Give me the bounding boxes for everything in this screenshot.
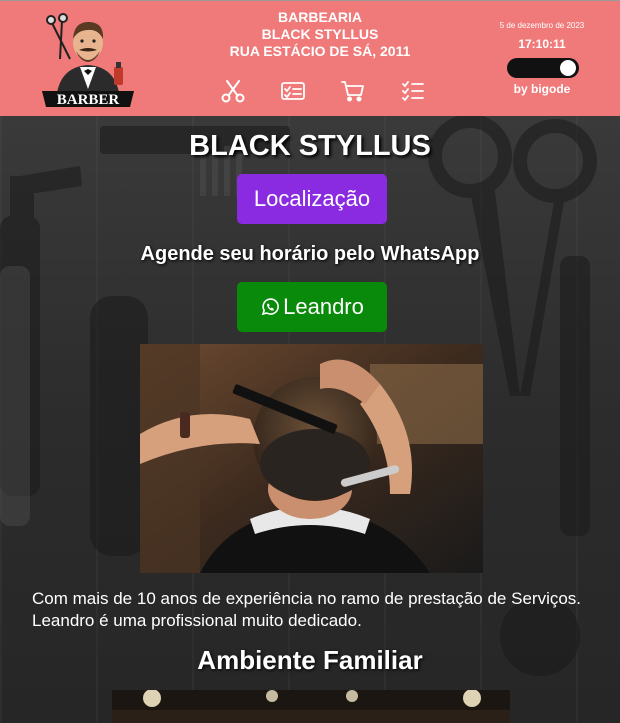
theme-toggle[interactable] bbox=[507, 58, 579, 78]
ambiente-photo bbox=[112, 690, 510, 723]
whatsapp-button-label: Leandro bbox=[283, 294, 364, 319]
barber-logo[interactable]: BARBER bbox=[38, 9, 138, 109]
about-description: Com mais de 10 anos de experiência no ra… bbox=[32, 589, 582, 630]
header-nav bbox=[218, 77, 428, 105]
id-card-icon bbox=[281, 82, 305, 100]
current-time: 17:10:11 bbox=[518, 37, 566, 51]
scissors-icon bbox=[221, 80, 245, 103]
toggle-knob bbox=[560, 60, 576, 76]
nav-scissors-button[interactable] bbox=[218, 77, 248, 105]
cart-icon bbox=[341, 81, 364, 102]
shop-title-line2: BLACK STYLLUS bbox=[261, 26, 379, 42]
shop-address: RUA ESTÁCIO DE SÁ, 2011 bbox=[229, 43, 411, 59]
nav-cart-button[interactable] bbox=[338, 77, 368, 105]
nav-id-card-button[interactable] bbox=[278, 77, 308, 105]
whatsapp-icon bbox=[261, 298, 280, 316]
page-title: BLACK STYLLUS bbox=[189, 130, 431, 162]
header: BARBER BARBEARIA BLACK STYLLUS RUA ESTÁC… bbox=[0, 0, 620, 116]
shop-title-block: BARBEARIA BLACK STYLLUS RUA ESTÁCIO DE S… bbox=[200, 9, 440, 60]
shop-title-line1: BARBEARIA bbox=[278, 9, 362, 25]
schedule-heading: Agende seu horário pelo WhatsApp bbox=[140, 243, 480, 265]
location-button[interactable]: Localização bbox=[237, 174, 387, 224]
main-content: BLACK STYLLUS Localização Agende seu hor… bbox=[0, 116, 620, 723]
author-byline: by bigode bbox=[513, 82, 571, 96]
nav-checklist-button[interactable] bbox=[398, 77, 428, 105]
whatsapp-button[interactable]: Leandro bbox=[237, 282, 387, 332]
logo-text: BARBER bbox=[57, 92, 120, 108]
current-date: 5 de dezembro de 2023 bbox=[499, 21, 585, 30]
checklist-icon bbox=[402, 81, 424, 102]
section-title-ambiente: Ambiente Familiar bbox=[197, 645, 423, 675]
haircut-photo bbox=[140, 344, 483, 573]
